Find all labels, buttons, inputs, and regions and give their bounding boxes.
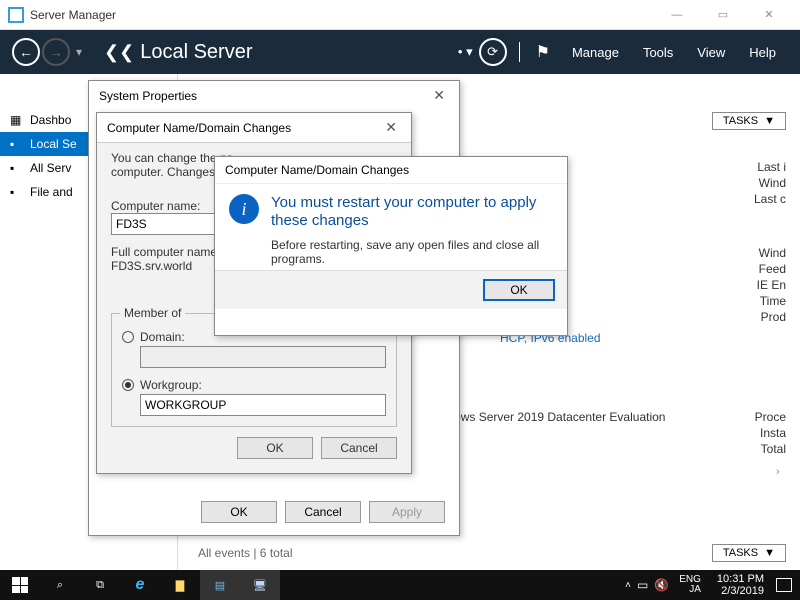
header-bar: ← → ▾ ❮❮ Local Server • ▾ ⟳ ⚑ Manage Too… [0,30,800,74]
server-icon: ▪ [10,137,24,151]
language-indicator[interactable]: ENGJA [675,575,705,596]
volume-icon[interactable]: 🔇 [654,578,669,592]
dialog-title: Computer Name/Domain Changes [225,163,557,177]
storage-icon: ▪ [10,185,24,199]
dialog-restart-prompt: Computer Name/Domain Changes i You must … [214,156,568,336]
close-button[interactable]: ✕ [746,0,792,30]
tasks-button-bottom[interactable]: TASKS▼ [712,544,786,562]
radio-workgroup[interactable] [122,379,134,391]
ie-icon: e [136,576,145,594]
nav-forward-button[interactable]: → [42,38,70,66]
app-icon [8,7,24,23]
label-last-checked: Last c [754,192,786,206]
info-icon: i [229,194,259,224]
close-icon[interactable]: ✕ [381,119,401,136]
label-workgroup: Workgroup: [140,378,202,392]
tasks-button-top[interactable]: TASKS▼ [712,112,786,130]
label-product-id: Prod [761,310,786,324]
label-processors: Proce [755,410,786,424]
label-last-installed: Last i [757,160,786,174]
restart-heading: You must restart your computer to apply … [271,194,553,230]
server-manager-icon: ▤ [215,579,225,592]
label-domain: Domain: [140,330,185,344]
task-view-button[interactable]: ⧉ [80,570,120,600]
window-titlebar: Server Manager — ▭ ✕ [0,0,800,30]
search-button[interactable]: ⌕ [40,570,80,600]
breadcrumb-chevrons: ❮❮ [104,42,134,63]
close-icon[interactable]: ✕ [429,87,449,104]
nav-dropdown-icon[interactable]: ▾ [76,45,82,59]
group-title: Member of [120,306,185,320]
radio-domain[interactable] [122,331,134,343]
label-windows-defender: Wind [759,246,786,260]
page-title: Local Server [140,41,252,64]
label-ie-enhanced: IE En [757,278,786,292]
app-title: Server Manager [30,8,116,22]
label-installed-mem: Insta [760,426,786,440]
windows-icon [12,577,28,593]
nav-back-button[interactable]: ← [12,38,40,66]
events-summary: All events | 6 total [198,546,293,560]
dialog-title: System Properties [99,89,429,103]
view-menu[interactable]: View [685,45,737,60]
folder-icon: ▇ [176,579,184,592]
refresh-icon[interactable]: ⟳ [479,38,507,66]
label-os-edition: indows Server 2019 Datacenter Evaluation [438,410,665,424]
taskbar-ie[interactable]: e [120,570,160,600]
task-view-icon: ⧉ [96,579,104,592]
label-total-disk: Total [761,442,786,456]
ok-button[interactable]: OK [237,437,313,459]
taskbar-server-manager[interactable]: ▤ [200,570,240,600]
search-icon: ⌕ [57,579,63,592]
label-feedback: Feed [759,262,786,276]
ok-button[interactable]: OK [483,279,555,301]
label-timezone: Time [760,294,786,308]
workgroup-input[interactable] [140,394,386,416]
cancel-button[interactable]: Cancel [321,437,397,459]
domain-input[interactable] [140,346,386,368]
taskbar-system-properties[interactable]: 🖥 [240,570,280,600]
apply-button[interactable]: Apply [369,501,445,523]
servers-icon: ▪ [10,161,24,175]
minimize-button[interactable]: — [654,0,700,30]
cancel-button[interactable]: Cancel [285,501,361,523]
divider [519,42,520,62]
computer-icon: 🖥 [253,579,267,592]
help-menu[interactable]: Help [737,45,788,60]
dialog-title: Computer Name/Domain Changes [107,121,381,135]
dashboard-icon: ▦ [10,113,24,127]
tray-overflow-icon[interactable]: ˄ [625,580,631,591]
label-windows-update: Wind [759,176,786,190]
chevron-down-icon: ▼ [764,115,775,127]
maximize-button[interactable]: ▭ [700,0,746,30]
header-dropdown-icon[interactable]: • ▾ [458,44,473,60]
scroll-indicator[interactable] [776,462,786,472]
action-center-icon[interactable] [776,578,792,592]
notifications-flag-icon[interactable]: ⚑ [536,42,550,62]
taskbar-explorer[interactable]: ▇ [160,570,200,600]
restart-body: Before restarting, save any open files a… [271,238,553,266]
taskbar: ⌕ ⧉ e ▇ ▤ 🖥 ˄ ▭ 🔇 ENGJA 10:31 PM2/3/2019 [0,570,800,600]
network-icon[interactable]: ▭ [637,578,648,592]
chevron-down-icon: ▼ [764,547,775,559]
clock[interactable]: 10:31 PM2/3/2019 [711,573,770,597]
ok-button[interactable]: OK [201,501,277,523]
start-button[interactable] [0,570,40,600]
manage-menu[interactable]: Manage [560,45,631,60]
tools-menu[interactable]: Tools [631,45,685,60]
